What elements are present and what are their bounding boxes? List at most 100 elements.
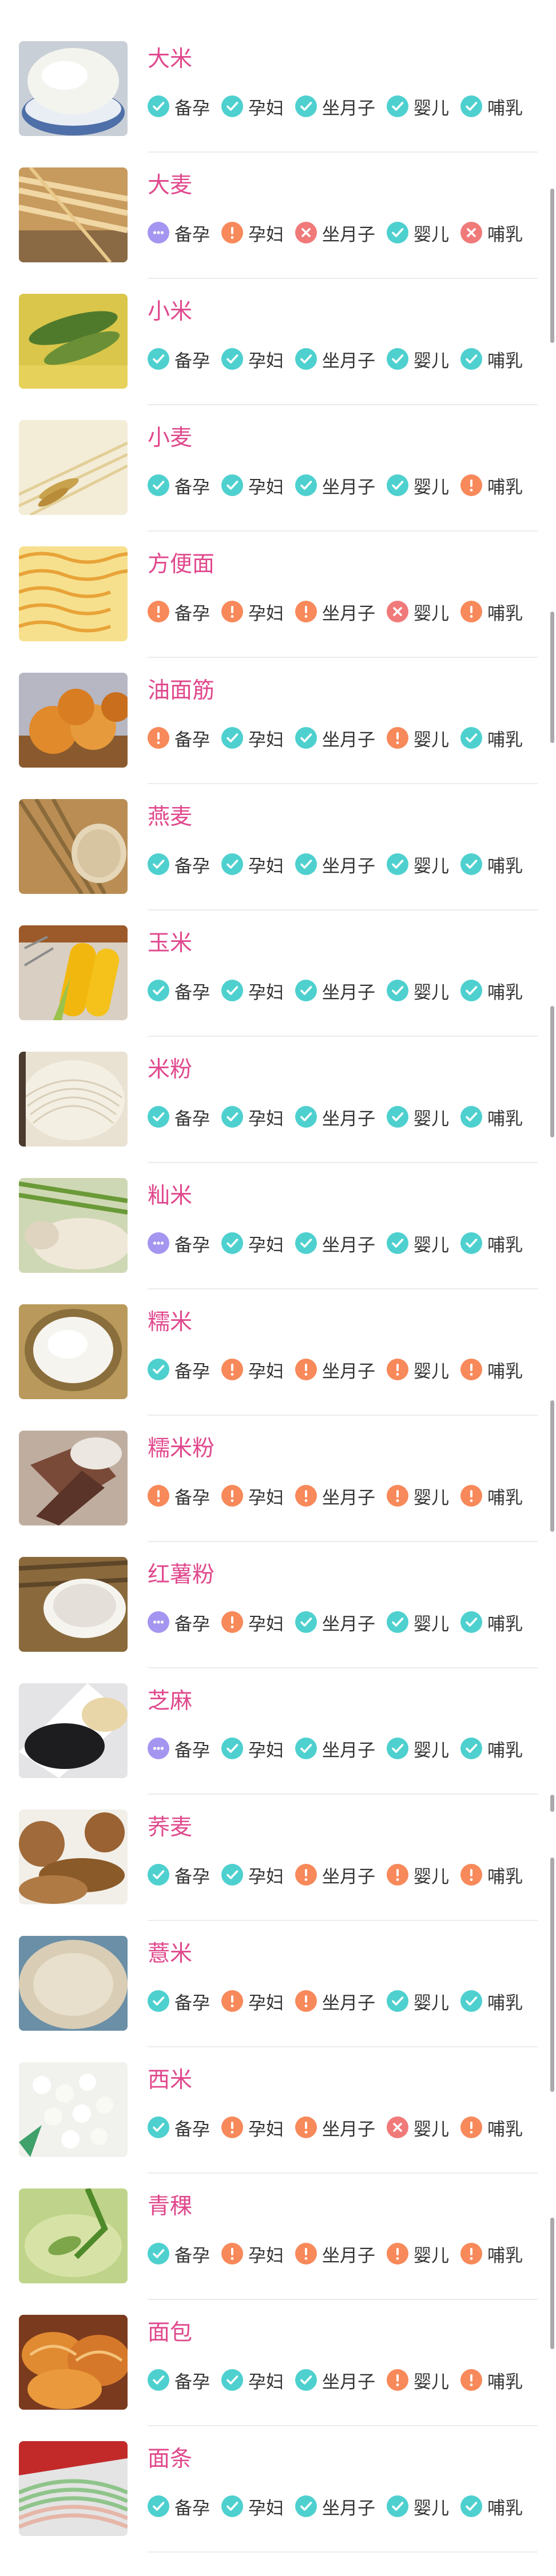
food-list-item[interactable]: 西米 备孕 孕妇 坐月子 婴儿 哺乳: [0, 2021, 556, 2174]
suitability-tag: 备孕: [148, 1988, 210, 2014]
suitability-label: 坐月子: [322, 350, 375, 372]
food-list-item[interactable]: 油面筋 备孕 孕妇 坐月子 婴儿 哺乳: [0, 632, 556, 784]
food-list-item[interactable]: 方便面 备孕 孕妇 坐月子 婴儿 哺乳: [0, 505, 556, 658]
scrollbar-segment[interactable]: [550, 1006, 554, 1137]
suitability-tag: 哺乳: [460, 1483, 523, 1509]
food-list-item[interactable]: 芝麻 备孕 孕妇 坐月子 婴儿 哺乳: [0, 1642, 556, 1795]
scrollbar-segment[interactable]: [550, 612, 554, 743]
scrollbar-segment[interactable]: [550, 1858, 554, 2092]
scrollbar-segment[interactable]: [550, 1400, 554, 1532]
food-list-item[interactable]: 糯米粉 备孕 孕妇 坐月子 婴儿 哺乳: [0, 1389, 556, 1542]
suitability-label: 孕妇: [248, 2371, 284, 2393]
food-name: 小麦: [148, 425, 193, 451]
cross-icon: [295, 222, 317, 243]
food-list-item[interactable]: 面包 备孕 孕妇 坐月子 婴儿 哺乳: [0, 2274, 556, 2426]
suitability-label: 婴儿: [414, 224, 449, 245]
exclamation-icon: [295, 1864, 317, 1886]
exclamation-icon: [387, 727, 408, 749]
suitability-label: 坐月子: [322, 224, 375, 245]
suitability-label: 哺乳: [487, 477, 523, 498]
suitability-label: 孕妇: [248, 2498, 284, 2519]
suitability-label: 孕妇: [248, 856, 284, 877]
cross-icon: [460, 222, 482, 243]
suitability-label: 备孕: [174, 856, 210, 877]
suitability-tag: 婴儿: [387, 852, 449, 877]
scrollbar-segment[interactable]: [550, 189, 554, 343]
check-icon: [387, 474, 408, 496]
suitability-tag: 备孕: [148, 2494, 210, 2519]
food-list-item[interactable]: 薏米 备孕 孕妇 坐月子 婴儿 哺乳: [0, 1895, 556, 2047]
food-list-item[interactable]: 大麦 备孕 孕妇 坐月子 婴儿 哺乳: [0, 126, 556, 279]
suitability-tag: 哺乳: [460, 1357, 523, 1383]
suitability-label: 备孕: [174, 1866, 210, 1887]
food-list-item[interactable]: 玉米 备孕 孕妇 坐月子 婴儿 哺乳: [0, 884, 556, 1037]
exclamation-icon: [221, 1485, 243, 1507]
suitability-tag: 孕妇: [221, 2367, 284, 2393]
suitability-label: 坐月子: [322, 1108, 375, 1129]
suitability-tag: 哺乳: [460, 978, 523, 1004]
suitability-tag: 孕妇: [221, 220, 284, 246]
suitability-tag: 哺乳: [460, 2115, 523, 2140]
food-list-item[interactable]: 大米 备孕 孕妇 坐月子 婴儿 哺乳: [0, 0, 556, 153]
suitability-tag: 坐月子: [295, 2115, 375, 2140]
check-icon: [221, 727, 243, 749]
scrollbar-segment[interactable]: [550, 1795, 554, 1812]
suitability-label: 备孕: [174, 224, 210, 245]
food-thumbnail: [19, 2188, 128, 2283]
food-name: 薏米: [148, 1941, 193, 1967]
suitability-tag: 哺乳: [460, 599, 523, 625]
food-list-item[interactable]: 燕麦 备孕 孕妇 坐月子 婴儿 哺乳: [0, 758, 556, 910]
scrollbar-segment[interactable]: [550, 2218, 554, 2349]
food-list-item[interactable]: 面条 备孕 孕妇 坐月子 婴儿 哺乳: [0, 2400, 556, 2553]
food-list-item[interactable]: 荞麦 备孕 孕妇 坐月子 婴儿 哺乳: [0, 1768, 556, 1921]
suitability-tag: 孕妇: [221, 978, 284, 1004]
suitability-label: 哺乳: [487, 1614, 523, 1635]
suitability-tag: 坐月子: [295, 1483, 375, 1509]
suitability-tag: 婴儿: [387, 473, 449, 498]
food-list-item[interactable]: 青稞 备孕 孕妇 坐月子 婴儿 哺乳: [0, 2147, 556, 2300]
suitability-tag: 孕妇: [221, 1988, 284, 2014]
suitability-label: 坐月子: [322, 2119, 375, 2140]
ellipsis-icon: [148, 1232, 169, 1254]
food-list-item[interactable]: 籼米 备孕 孕妇 坐月子 婴儿 哺乳: [0, 1137, 556, 1289]
check-icon: [387, 2495, 408, 2517]
suitability-tag: 备孕: [148, 1736, 210, 1762]
food-thumbnail: [19, 41, 128, 136]
suitability-tag: 坐月子: [295, 725, 375, 751]
suitability-tag: 哺乳: [460, 1231, 523, 1256]
suitability-tag: 备孕: [148, 220, 210, 246]
suitability-tag: 孕妇: [221, 94, 284, 119]
suitability-label: 备孕: [174, 2119, 210, 2140]
exclamation-icon: [221, 2116, 243, 2138]
suitability-label: 哺乳: [487, 2245, 523, 2266]
check-icon: [460, 1611, 482, 1633]
suitability-label: 孕妇: [248, 982, 284, 1003]
suitability-tag: 备孕: [148, 1357, 210, 1383]
suitability-label: 备孕: [174, 1992, 210, 2014]
suitability-label: 备孕: [174, 477, 210, 498]
suitability-label: 备孕: [174, 350, 210, 372]
suitability-tag: 婴儿: [387, 978, 449, 1004]
suitability-label: 哺乳: [487, 1992, 523, 2014]
food-list-item[interactable]: 红薯粉 备孕 孕妇 坐月子 婴儿 哺乳: [0, 1516, 556, 1668]
check-icon: [221, 853, 243, 875]
suitability-tag: 坐月子: [295, 1357, 375, 1383]
food-list-item[interactable]: 小麦 备孕 孕妇 坐月子 婴儿 哺乳: [0, 379, 556, 532]
suitability-label: 备孕: [174, 2498, 210, 2519]
check-icon: [460, 1990, 482, 2012]
food-list-item[interactable]: 小米 备孕 孕妇 坐月子 婴儿 哺乳: [0, 253, 556, 405]
suitability-label: 坐月子: [322, 1992, 375, 2014]
food-list-item[interactable]: 米粉 备孕 孕妇 坐月子 婴儿 哺乳: [0, 1011, 556, 1163]
food-name: 油面筋: [148, 678, 215, 704]
suitability-label: 孕妇: [248, 1866, 284, 1887]
suitability-label: 婴儿: [414, 1235, 449, 1256]
food-thumbnail: [19, 673, 128, 768]
suitability-label: 哺乳: [487, 2371, 523, 2393]
food-list-item[interactable]: 糯米 备孕 孕妇 坐月子 婴儿 哺乳: [0, 1263, 556, 1416]
suitability-tag: 婴儿: [387, 725, 449, 751]
suitability-tag: 坐月子: [295, 473, 375, 498]
exclamation-icon: [221, 1990, 243, 2012]
exclamation-icon: [460, 2243, 482, 2265]
suitability-label: 婴儿: [414, 2119, 449, 2140]
suitability-tag: 备孕: [148, 725, 210, 751]
